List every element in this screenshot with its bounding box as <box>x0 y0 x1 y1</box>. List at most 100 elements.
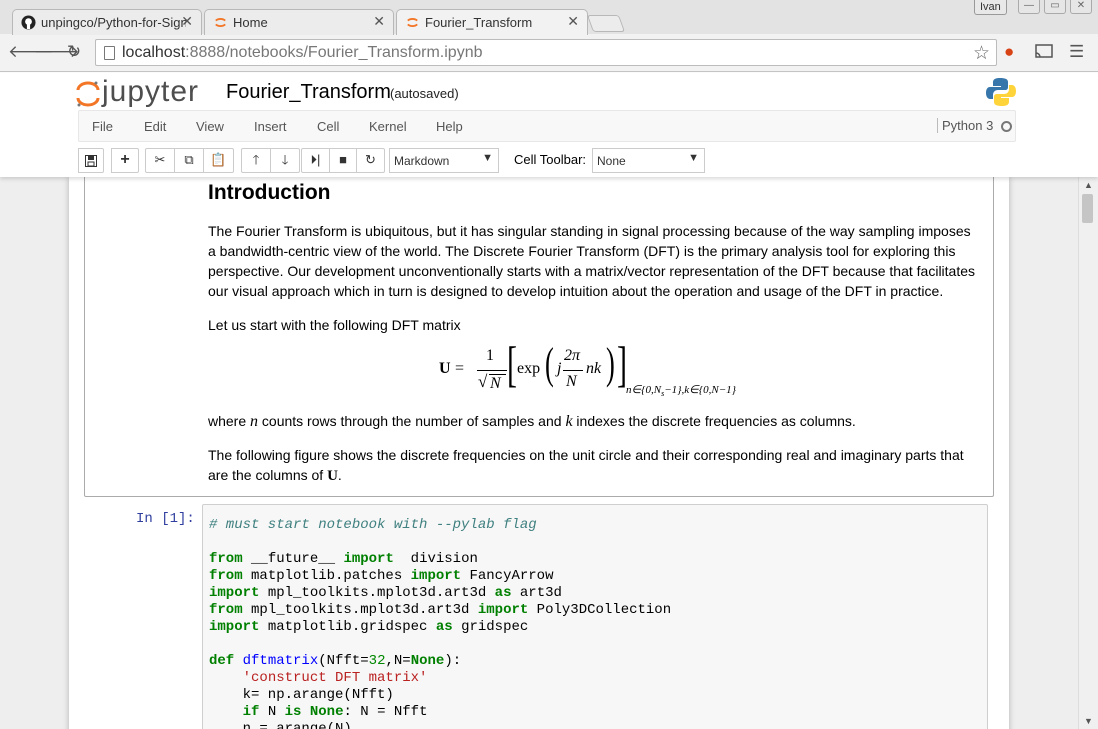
paste-icon: 📋 <box>210 152 227 167</box>
dft-equation: U = 1 √ N [ exp ( j 2π N nk ) ] n∈{0,Ns−… <box>439 339 769 399</box>
forward-icon[interactable]: 🡒 <box>34 42 80 62</box>
kernel-name: Python 3 <box>937 118 993 133</box>
save-status: (autosaved) <box>390 86 459 101</box>
menu-file[interactable]: File <box>92 119 113 134</box>
code-line: from mpl_toolkits.mplot3d.art3d import P… <box>209 602 672 618</box>
save-button[interactable] <box>78 148 104 173</box>
tab-label: unpingco/Python-for-Sign <box>41 15 186 30</box>
menu-bar: File Edit View Insert Cell Kernel Help P… <box>78 110 1016 142</box>
notebook-title[interactable]: Fourier_Transform <box>226 81 391 104</box>
jupyter-header: jupyter Fourier_Transform (autosaved) Fi… <box>0 73 1098 177</box>
maximize-button[interactable]: ▭ <box>1044 0 1066 14</box>
close-icon[interactable]: ✕ <box>567 13 579 30</box>
cell-type-value: Markdown <box>394 154 450 168</box>
cut-button[interactable]: ✂ <box>145 148 175 173</box>
insert-cell-button[interactable]: + <box>111 148 139 173</box>
bracket-left-icon: [ <box>507 336 517 392</box>
dropdown-caret-icon: ▼ <box>482 152 493 164</box>
scroll-down-icon[interactable]: ▼ <box>1084 716 1093 726</box>
eq-subscript: n∈{0,Ns−1},k∈{0,N−1} <box>626 384 737 399</box>
tab-home[interactable]: Home ✕ <box>204 9 394 35</box>
jupyter-logo[interactable]: jupyter <box>76 75 216 111</box>
window-close-button[interactable]: ✕ <box>1070 0 1092 14</box>
sqrt-icon: √ <box>478 372 488 391</box>
new-tab-button[interactable] <box>586 15 626 32</box>
eq-N: N <box>566 373 577 390</box>
intro-paragraph: The Fourier Transform is ubiquitous, but… <box>208 223 976 299</box>
menu-help[interactable]: Help <box>436 119 463 134</box>
page-scrollbar[interactable]: ▲ ▼ <box>1078 177 1098 729</box>
tab-label: Home <box>233 15 268 30</box>
menu-icon[interactable]: ☰ <box>1069 42 1084 62</box>
paste-button[interactable]: 📋 <box>203 148 234 173</box>
tab-strip: unpingco/Python-for-Sign ✕ Home ✕ Fourie… <box>0 0 1098 35</box>
eq-lhs: U <box>439 360 451 377</box>
address-bar[interactable]: localhost:8888/notebooks/Fourier_Transfo… <box>95 39 997 66</box>
reload-icon[interactable]: ↻ <box>63 42 85 62</box>
minimize-button[interactable]: — <box>1018 0 1040 14</box>
bookmark-star-icon[interactable]: ☆ <box>973 42 990 65</box>
restart-button[interactable]: ↻ <box>356 148 385 173</box>
dft-intro-paragraph: Let us start with the following DFT matr… <box>208 317 461 333</box>
back-icon[interactable]: 🡐 <box>8 42 54 62</box>
close-icon[interactable]: ✕ <box>373 13 385 30</box>
code-line: def dftmatrix(Nfft=32,N=None): <box>209 653 462 669</box>
eq-j: j <box>557 360 562 377</box>
browser-toolbar: 🡐 🡒 ↻ localhost:8888/notebooks/Fourier_T… <box>0 35 1098 72</box>
tab-fourier[interactable]: Fourier_Transform ✕ <box>396 9 588 35</box>
code-line: from matplotlib.patches import FancyArro… <box>209 568 554 584</box>
run-button[interactable]: ⏵| <box>301 148 330 173</box>
eq-exp: exp <box>517 360 541 377</box>
where-paragraph: where n counts rows through the number o… <box>208 413 856 430</box>
menu-view[interactable]: View <box>196 119 224 134</box>
url-text: localhost:8888/notebooks/Fourier_Transfo… <box>122 44 483 61</box>
eq-two-pi: 2π <box>564 347 581 364</box>
menu-cell[interactable]: Cell <box>317 119 339 134</box>
arrow-down-icon: 🡓 <box>281 152 289 167</box>
menu-insert[interactable]: Insert <box>254 119 287 134</box>
move-up-button[interactable]: 🡑 <box>241 148 271 173</box>
browser-chrome: unpingco/Python-for-Sign ✕ Home ✕ Fourie… <box>0 0 1098 72</box>
code-line: k= np.arange(Nfft) <box>209 687 394 703</box>
code-cell[interactable]: In [1]: # must start notebook with --pyl… <box>84 497 994 729</box>
code-editor[interactable]: # must start notebook with --pylab flag … <box>202 504 988 729</box>
step-forward-icon: ⏵| <box>310 152 321 167</box>
jupyter-logo-text: jupyter <box>102 75 200 108</box>
scroll-thumb[interactable] <box>1082 194 1093 223</box>
notebook-area: Introduction The Fourier Transform is ub… <box>0 177 1078 729</box>
code-line: import matplotlib.gridspec as gridspec <box>209 619 529 635</box>
scissors-icon: ✂ <box>154 152 166 167</box>
eq-nk: nk <box>586 360 602 377</box>
cell-type-select[interactable]: Markdown ▼ <box>389 148 499 173</box>
plus-icon: + <box>120 151 130 168</box>
arrow-up-icon: 🡑 <box>252 152 260 167</box>
code-line: 'construct DFT matrix' <box>242 670 428 686</box>
code-line: if N is None: N = Nfft <box>242 704 428 720</box>
menu-kernel[interactable]: Kernel <box>369 119 407 134</box>
user-badge[interactable]: Ivan <box>974 0 1007 15</box>
eq-equals: = <box>455 360 465 377</box>
tab-github[interactable]: unpingco/Python-for-Sign ✕ <box>12 9 202 35</box>
jupyter-icon <box>407 18 418 27</box>
cast-icon[interactable] <box>1034 44 1054 60</box>
jupyter-logo-icon <box>76 81 100 107</box>
extension-icon[interactable]: ● <box>1004 42 1014 62</box>
close-icon[interactable]: ✕ <box>181 13 193 30</box>
markdown-cell[interactable]: Introduction The Fourier Transform is ub… <box>84 177 994 497</box>
figure-paragraph: The following figure shows the discrete … <box>208 447 964 484</box>
menu-edit[interactable]: Edit <box>144 119 166 134</box>
code-line: import mpl_toolkits.mplot3d.art3d as art… <box>209 585 562 601</box>
github-icon <box>21 15 36 30</box>
eq-numerator: 1 <box>486 347 494 364</box>
restart-icon: ↻ <box>365 152 376 167</box>
page-icon <box>104 46 115 60</box>
interrupt-button[interactable]: ■ <box>329 148 357 173</box>
copy-button[interactable]: ⧉ <box>174 148 204 173</box>
eq-fraction-bar-2 <box>563 370 583 371</box>
eq-denominator: N <box>490 375 501 392</box>
move-down-button[interactable]: 🡓 <box>270 148 300 173</box>
cell-toolbar-value: None <box>597 154 626 168</box>
cell-toolbar-select[interactable]: None ▼ <box>592 148 705 173</box>
paren-right-icon: ) <box>606 339 615 388</box>
scroll-up-icon[interactable]: ▲ <box>1084 180 1093 190</box>
